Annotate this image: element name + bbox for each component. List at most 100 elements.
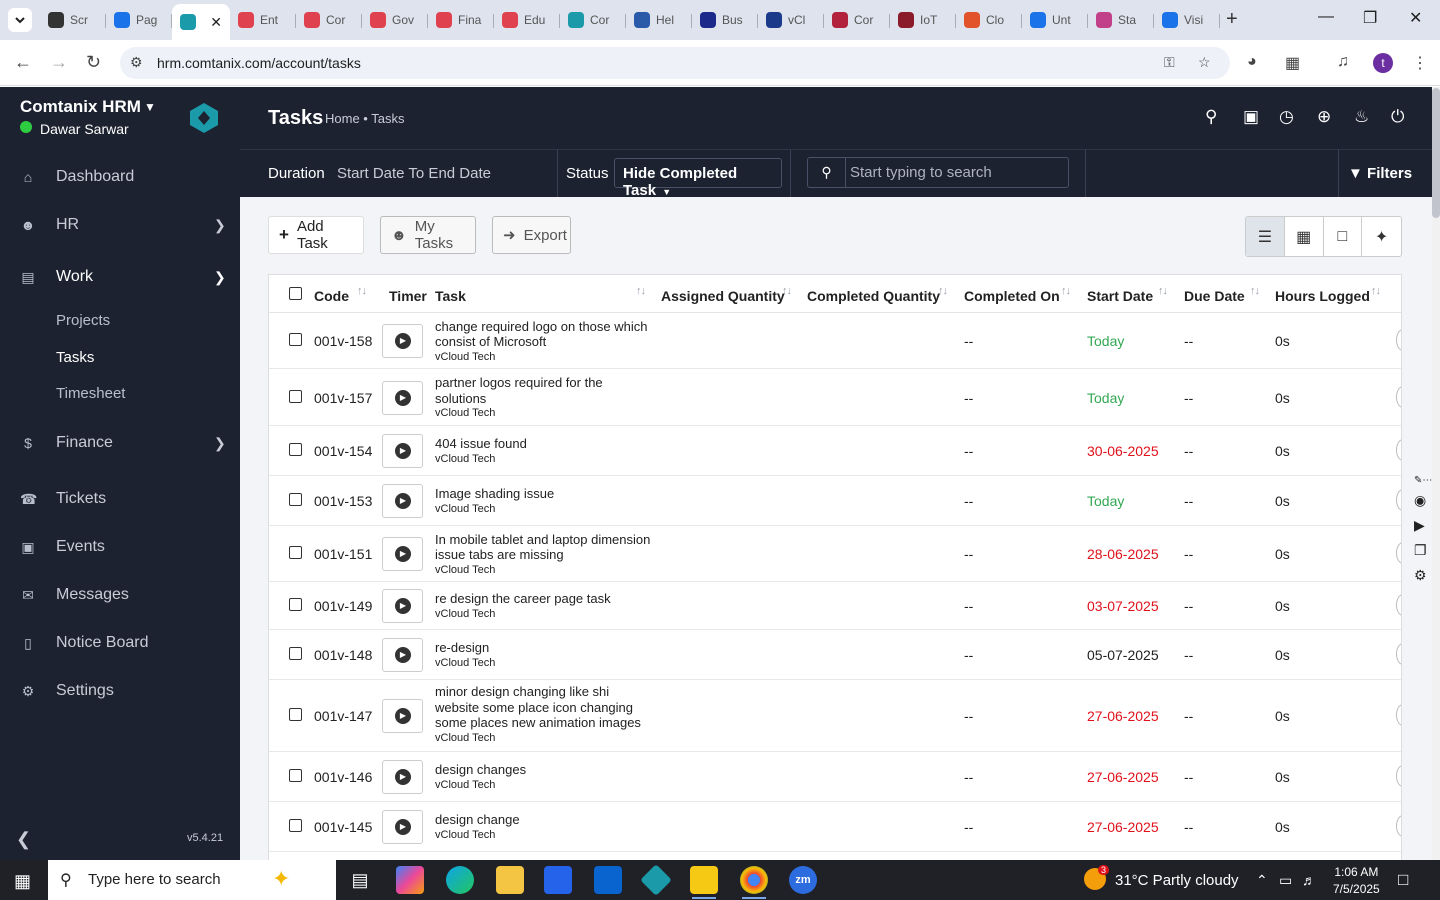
task-code[interactable]: 001v-151 <box>314 546 372 562</box>
task-view-icon[interactable]: ▤ <box>346 866 374 894</box>
browser-tab[interactable]: Bus <box>692 4 758 36</box>
browser-tab[interactable]: Clo <box>956 4 1022 36</box>
taskbar-search[interactable]: ⚲ Type here to search ✦ <box>48 860 336 900</box>
start-timer-button[interactable]: ▶ <box>382 324 423 358</box>
column-header-hours-logged[interactable]: Hours Logged <box>1275 288 1370 304</box>
task-project[interactable]: vCloud Tech <box>435 563 655 579</box>
browser-tab[interactable]: ✕ <box>172 4 230 40</box>
sort-icon[interactable]: ↑↓ <box>1250 285 1260 297</box>
browser-tab[interactable]: Gov <box>362 4 428 36</box>
file-explorer-icon[interactable] <box>496 866 524 894</box>
task-code[interactable]: 001v-148 <box>314 647 372 663</box>
browser-tab[interactable]: Visi <box>1154 4 1220 36</box>
task-title-link[interactable]: partner logos required for the solutions <box>435 375 655 406</box>
task-title-link[interactable]: minor design changing like shi website s… <box>435 684 655 731</box>
table-row[interactable]: 001v-148 ▶ re-design vCloud Tech -- 05-07-202… <box>269 630 1401 680</box>
row-checkbox[interactable] <box>289 546 302 559</box>
start-timer-button[interactable]: ▶ <box>382 638 423 672</box>
extensions-icon[interactable]: ▦ <box>1285 53 1300 73</box>
forward-button[interactable]: → <box>50 52 68 73</box>
duration-picker[interactable]: Start Date To End Date <box>337 165 491 182</box>
search-input[interactable] <box>850 158 1066 187</box>
page-scrollbar-thumb[interactable] <box>1432 88 1440 218</box>
browser-tab[interactable]: Pag <box>106 4 172 36</box>
column-header-assigned-quantity[interactable]: Assigned Quantity <box>661 288 785 304</box>
pin-icon[interactable]: ✎⋯ <box>1414 475 1440 486</box>
column-header-task[interactable]: Task <box>435 288 466 304</box>
windows-start-icon[interactable]: ▦ <box>14 871 31 892</box>
chevron-down-icon[interactable]: ▼ <box>144 100 156 114</box>
row-actions-button[interactable] <box>1396 815 1401 837</box>
sidebar-item-tickets[interactable]: ☎ Tickets <box>0 479 240 519</box>
bell-icon[interactable]: ♨ <box>1354 107 1369 127</box>
sidebar-item-dashboard[interactable]: ⌂ Dashboard <box>0 157 240 197</box>
row-checkbox[interactable] <box>289 493 302 506</box>
table-row[interactable]: 001v-151 ▶ In mobile tablet and laptop dim… <box>269 526 1401 582</box>
select-all-checkbox[interactable] <box>289 287 302 300</box>
network-icon[interactable]: ▭ <box>1279 872 1292 889</box>
row-actions-button[interactable] <box>1396 329 1401 351</box>
task-title-link[interactable]: design change <box>435 812 655 828</box>
sort-icon[interactable]: ↑↓ <box>1158 285 1168 297</box>
browser-tab[interactable]: Edu <box>494 4 560 36</box>
task-code[interactable]: 001v-158 <box>314 333 372 349</box>
video-icon[interactable]: ▶ <box>1414 517 1440 534</box>
sidebar-subitem-tasks[interactable]: Tasks <box>56 349 94 366</box>
task-title-link[interactable]: 404 issue found <box>435 436 655 452</box>
column-header-due-date[interactable]: Due Date <box>1184 288 1245 304</box>
row-checkbox[interactable] <box>289 598 302 611</box>
sidebar-subitem-timesheet[interactable]: Timesheet <box>56 385 125 402</box>
row-actions-button[interactable] <box>1396 385 1401 408</box>
sidebar-item-notice-board[interactable]: ▯ Notice Board <box>0 623 240 663</box>
row-actions-button[interactable] <box>1396 439 1401 461</box>
row-checkbox[interactable] <box>289 389 302 403</box>
row-actions-button[interactable] <box>1396 765 1401 787</box>
task-code[interactable]: 001v-149 <box>314 598 372 614</box>
table-row[interactable]: 001v-154 ▶ 404 issue found vCloud Tech -- 30-… <box>269 426 1401 476</box>
translate-icon[interactable]: ◕ <box>1247 53 1257 71</box>
row-actions-button[interactable] <box>1396 542 1401 564</box>
menu-dots-icon[interactable]: ⋮ <box>1412 53 1428 73</box>
start-timer-button[interactable]: ▶ <box>382 810 423 844</box>
task-title-link[interactable]: change required logo on those which cons… <box>435 319 655 350</box>
chevron-up-icon[interactable]: ⌃ <box>1256 872 1268 889</box>
app-logo-icon[interactable] <box>188 102 220 134</box>
close-tab-icon[interactable]: ✕ <box>210 14 222 31</box>
browser-tab[interactable]: Sta <box>1088 4 1154 36</box>
table-row[interactable]: 001v-146 ▶ design changes vCloud Tech -- 27-0… <box>269 752 1401 802</box>
tab-search-button[interactable] <box>8 8 32 32</box>
column-header-completed-quantity[interactable]: Completed Quantity <box>807 288 940 304</box>
table-row[interactable]: 001v-147 ▶ minor design changing like shi … <box>269 680 1401 752</box>
status-select[interactable]: Hide Completed Task ▼ <box>614 158 782 199</box>
camera-icon[interactable]: ◉ <box>1414 492 1440 509</box>
table-row[interactable]: 001v-145 ▶ design change vCloud Tech -- 27-06… <box>269 802 1401 852</box>
gear-icon[interactable]: ⚙ <box>1414 567 1440 584</box>
brand-name[interactable]: Comtanix HRM <box>20 97 141 117</box>
task-code[interactable]: 001v-157 <box>314 390 372 406</box>
taskbar-search-input[interactable]: Type here to search <box>88 871 221 888</box>
column-header-start-date[interactable]: Start Date <box>1087 288 1153 304</box>
clock-icon[interactable]: ◷ <box>1279 107 1294 127</box>
zoom-icon[interactable]: zm <box>789 866 817 894</box>
calendar-view-icon[interactable]: □ <box>1324 217 1363 256</box>
start-timer-button[interactable]: ▶ <box>382 380 423 415</box>
add-circle-icon[interactable]: ⊕ <box>1317 107 1331 127</box>
sort-icon[interactable]: ↑↓ <box>938 285 948 297</box>
omnibox[interactable]: ⚙ hrm.comtanix.com/account/tasks ⚿ ☆ <box>120 47 1230 79</box>
back-button[interactable]: ← <box>14 52 32 73</box>
browser-tab[interactable]: Cor <box>560 4 626 36</box>
new-tab-button[interactable]: + <box>1226 8 1246 31</box>
sidebar-item-hr[interactable]: ☻ HR ❯ <box>0 205 240 245</box>
media-control-icon[interactable]: ♫ <box>1337 53 1349 71</box>
task-title-link[interactable]: re design the career page task <box>435 591 655 607</box>
minimize-button[interactable]: — <box>1318 8 1334 26</box>
row-actions-button[interactable] <box>1396 643 1401 665</box>
start-timer-button[interactable]: ▶ <box>382 760 423 794</box>
notifications-icon[interactable]: □ <box>1398 870 1408 890</box>
site-info-icon[interactable]: ⚙ <box>130 54 143 71</box>
collapse-sidebar-icon[interactable]: ❮ <box>16 829 31 850</box>
start-timer-button[interactable]: ▶ <box>382 699 423 733</box>
close-window-button[interactable]: ✕ <box>1409 8 1422 28</box>
task-title-link[interactable]: Image shading issue <box>435 486 655 502</box>
sort-icon[interactable]: ↑↓ <box>782 285 792 297</box>
